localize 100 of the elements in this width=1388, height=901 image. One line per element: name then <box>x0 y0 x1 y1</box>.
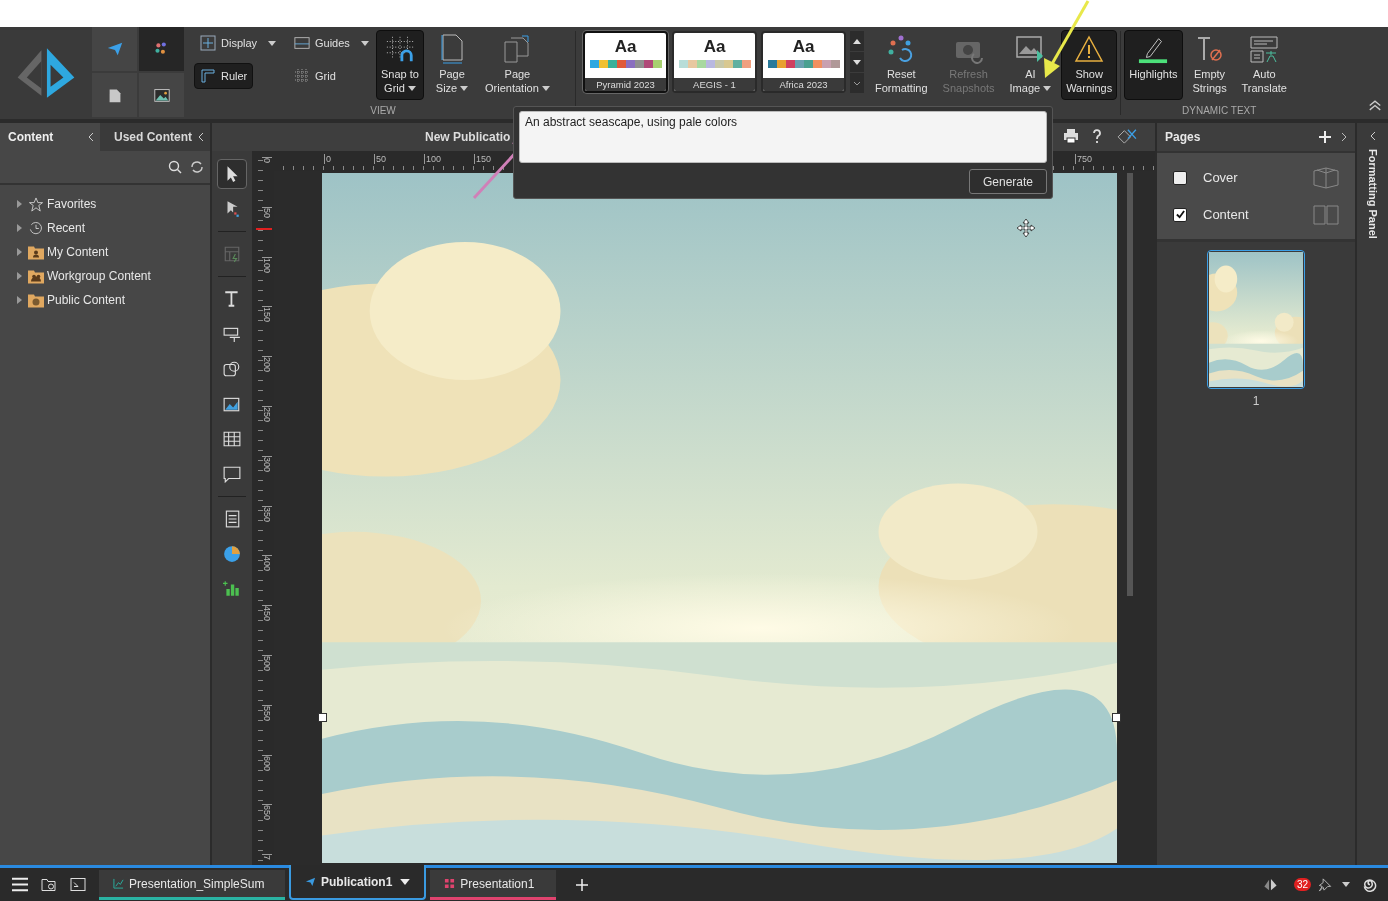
toggle-button[interactable]: Display <box>194 30 283 56</box>
tree-item[interactable]: Recent <box>47 221 86 235</box>
chart-icon <box>113 878 124 889</box>
pie-chart-icon[interactable] <box>223 545 241 563</box>
ribbon-button[interactable]: Auto Translate <box>1236 30 1292 100</box>
document-tab[interactable]: Publication1 <box>289 865 427 900</box>
scrollbar[interactable] <box>1127 173 1133 596</box>
add-icon[interactable] <box>1319 131 1331 143</box>
ribbon-button[interactable]: AI Image <box>1004 30 1057 100</box>
bar-chart-icon[interactable] <box>223 580 241 598</box>
image-sparkle-icon <box>1015 34 1046 64</box>
paper-plane-icon <box>305 876 316 887</box>
ruler-label: 500 <box>262 654 272 705</box>
book-icon <box>1313 203 1339 226</box>
chevron-right-icon[interactable] <box>1341 132 1347 142</box>
ruler-label: 150 <box>474 154 492 164</box>
tree-item[interactable]: My Content <box>47 245 109 259</box>
caret-icon <box>400 878 411 885</box>
ribbon-button[interactable]: Show Warnings <box>1061 30 1118 100</box>
grid-magnet-icon <box>385 34 415 64</box>
toggle-button[interactable]: Ruler <box>194 63 254 89</box>
tab-label: Content <box>8 130 54 144</box>
text-box-icon[interactable] <box>223 325 241 343</box>
theme-card[interactable]: Aa AEGIS - 1 <box>672 31 757 93</box>
ruler-label: 0 <box>324 154 331 164</box>
resize-handle[interactable] <box>318 713 327 722</box>
tree-item[interactable]: Public Content <box>47 293 126 307</box>
eraser-close-icon[interactable] <box>1115 128 1139 144</box>
caret-icon <box>268 40 277 46</box>
expand-arrow-icon[interactable] <box>16 248 22 256</box>
document-icon[interactable] <box>223 510 241 528</box>
ribbon-button[interactable]: Page Orientation <box>480 30 555 100</box>
pin-icon[interactable] <box>1317 877 1333 892</box>
window-icon[interactable] <box>70 877 86 892</box>
ribbon-button[interactable]: Page Size <box>428 30 476 100</box>
ribbon-button[interactable]: Reset Formatting <box>870 30 933 100</box>
expand-arrow-icon[interactable] <box>16 224 22 232</box>
side-panel-tab[interactable]: Formatting Panel <box>1366 149 1379 239</box>
chevron-down-icon <box>853 80 861 86</box>
tree-item[interactable]: Workgroup Content <box>47 269 151 283</box>
checkbox[interactable] <box>1173 207 1187 222</box>
crosshair-icon <box>200 35 216 51</box>
theme-card[interactable]: Aa Africa 2023 <box>761 31 846 93</box>
caret-icon <box>1043 85 1052 91</box>
ruler-label: 250 <box>262 406 272 456</box>
shapes-icon[interactable] <box>223 360 241 378</box>
group-label: VIEW <box>369 105 397 118</box>
toggle-button[interactable]: Grid <box>288 63 342 89</box>
prompt-field[interactable]: An abstract seascape, using pale colors <box>519 111 1047 163</box>
open-book-icon <box>1313 166 1339 189</box>
ruler-label: 550 <box>262 704 272 755</box>
folder-icon <box>28 244 44 260</box>
caret-up-icon <box>853 38 861 44</box>
table-icon[interactable] <box>223 430 241 448</box>
collapse-icon[interactable] <box>198 132 204 142</box>
theme-card[interactable]: Aa Pyramid 2023 <box>583 31 668 93</box>
caret-icon <box>407 85 416 91</box>
collapse-ribbon-icon[interactable] <box>1368 100 1382 111</box>
tree-item[interactable]: Favorites <box>47 197 97 211</box>
folder-search-icon[interactable] <box>41 877 57 892</box>
translate-icon <box>1249 34 1280 64</box>
expand-arrow-icon[interactable] <box>16 200 22 208</box>
checkbox[interactable] <box>1173 170 1187 185</box>
select-tool[interactable] <box>217 159 247 189</box>
ribbon-button[interactable]: Highlights <box>1124 30 1183 100</box>
scroll-down-button[interactable] <box>850 52 864 72</box>
panel-tab[interactable]: Used Content <box>100 123 210 151</box>
quick-tile[interactable] <box>92 73 137 117</box>
printer-icon[interactable] <box>1063 128 1079 144</box>
history-icon <box>28 220 44 236</box>
quick-tile[interactable] <box>139 73 184 117</box>
ribbon-button[interactable]: Empty Strings <box>1185 30 1234 100</box>
quick-tile[interactable] <box>139 27 184 71</box>
menu-icon[interactable] <box>12 877 28 892</box>
star-icon <box>28 196 44 212</box>
ribbon-button[interactable]: Snap to Grid <box>376 30 424 100</box>
comment-icon[interactable] <box>223 465 241 483</box>
image-icon[interactable] <box>223 395 241 413</box>
expand-arrow-icon[interactable] <box>16 296 22 304</box>
refresh-icon[interactable] <box>190 160 204 174</box>
expand-arrow-icon[interactable] <box>16 272 22 280</box>
resize-handle[interactable] <box>1112 713 1121 722</box>
document-tab[interactable]: Presentation_SimpleSum <box>99 870 285 900</box>
ruler-label: 100 <box>424 154 442 164</box>
collapse-icon[interactable] <box>88 132 94 142</box>
chevron-left-icon[interactable] <box>1369 131 1376 141</box>
toggle-button[interactable]: Guides <box>288 30 375 56</box>
caret-icon <box>1342 882 1350 887</box>
scroll-up-button[interactable] <box>850 31 864 51</box>
add-tab-icon[interactable] <box>576 878 589 891</box>
quick-tile[interactable] <box>92 27 137 71</box>
generate-button[interactable]: Generate <box>969 169 1047 194</box>
ruler-label: 0 <box>262 157 272 207</box>
swirl-icon[interactable] <box>1362 877 1378 892</box>
search-icon[interactable] <box>168 160 182 174</box>
text-icon[interactable] <box>223 290 241 308</box>
ruler-label: 350 <box>262 505 272 556</box>
table-lightning-icon <box>223 245 241 263</box>
warning-icon <box>1074 34 1105 64</box>
document-tab[interactable]: Presentation1 <box>430 870 557 900</box>
